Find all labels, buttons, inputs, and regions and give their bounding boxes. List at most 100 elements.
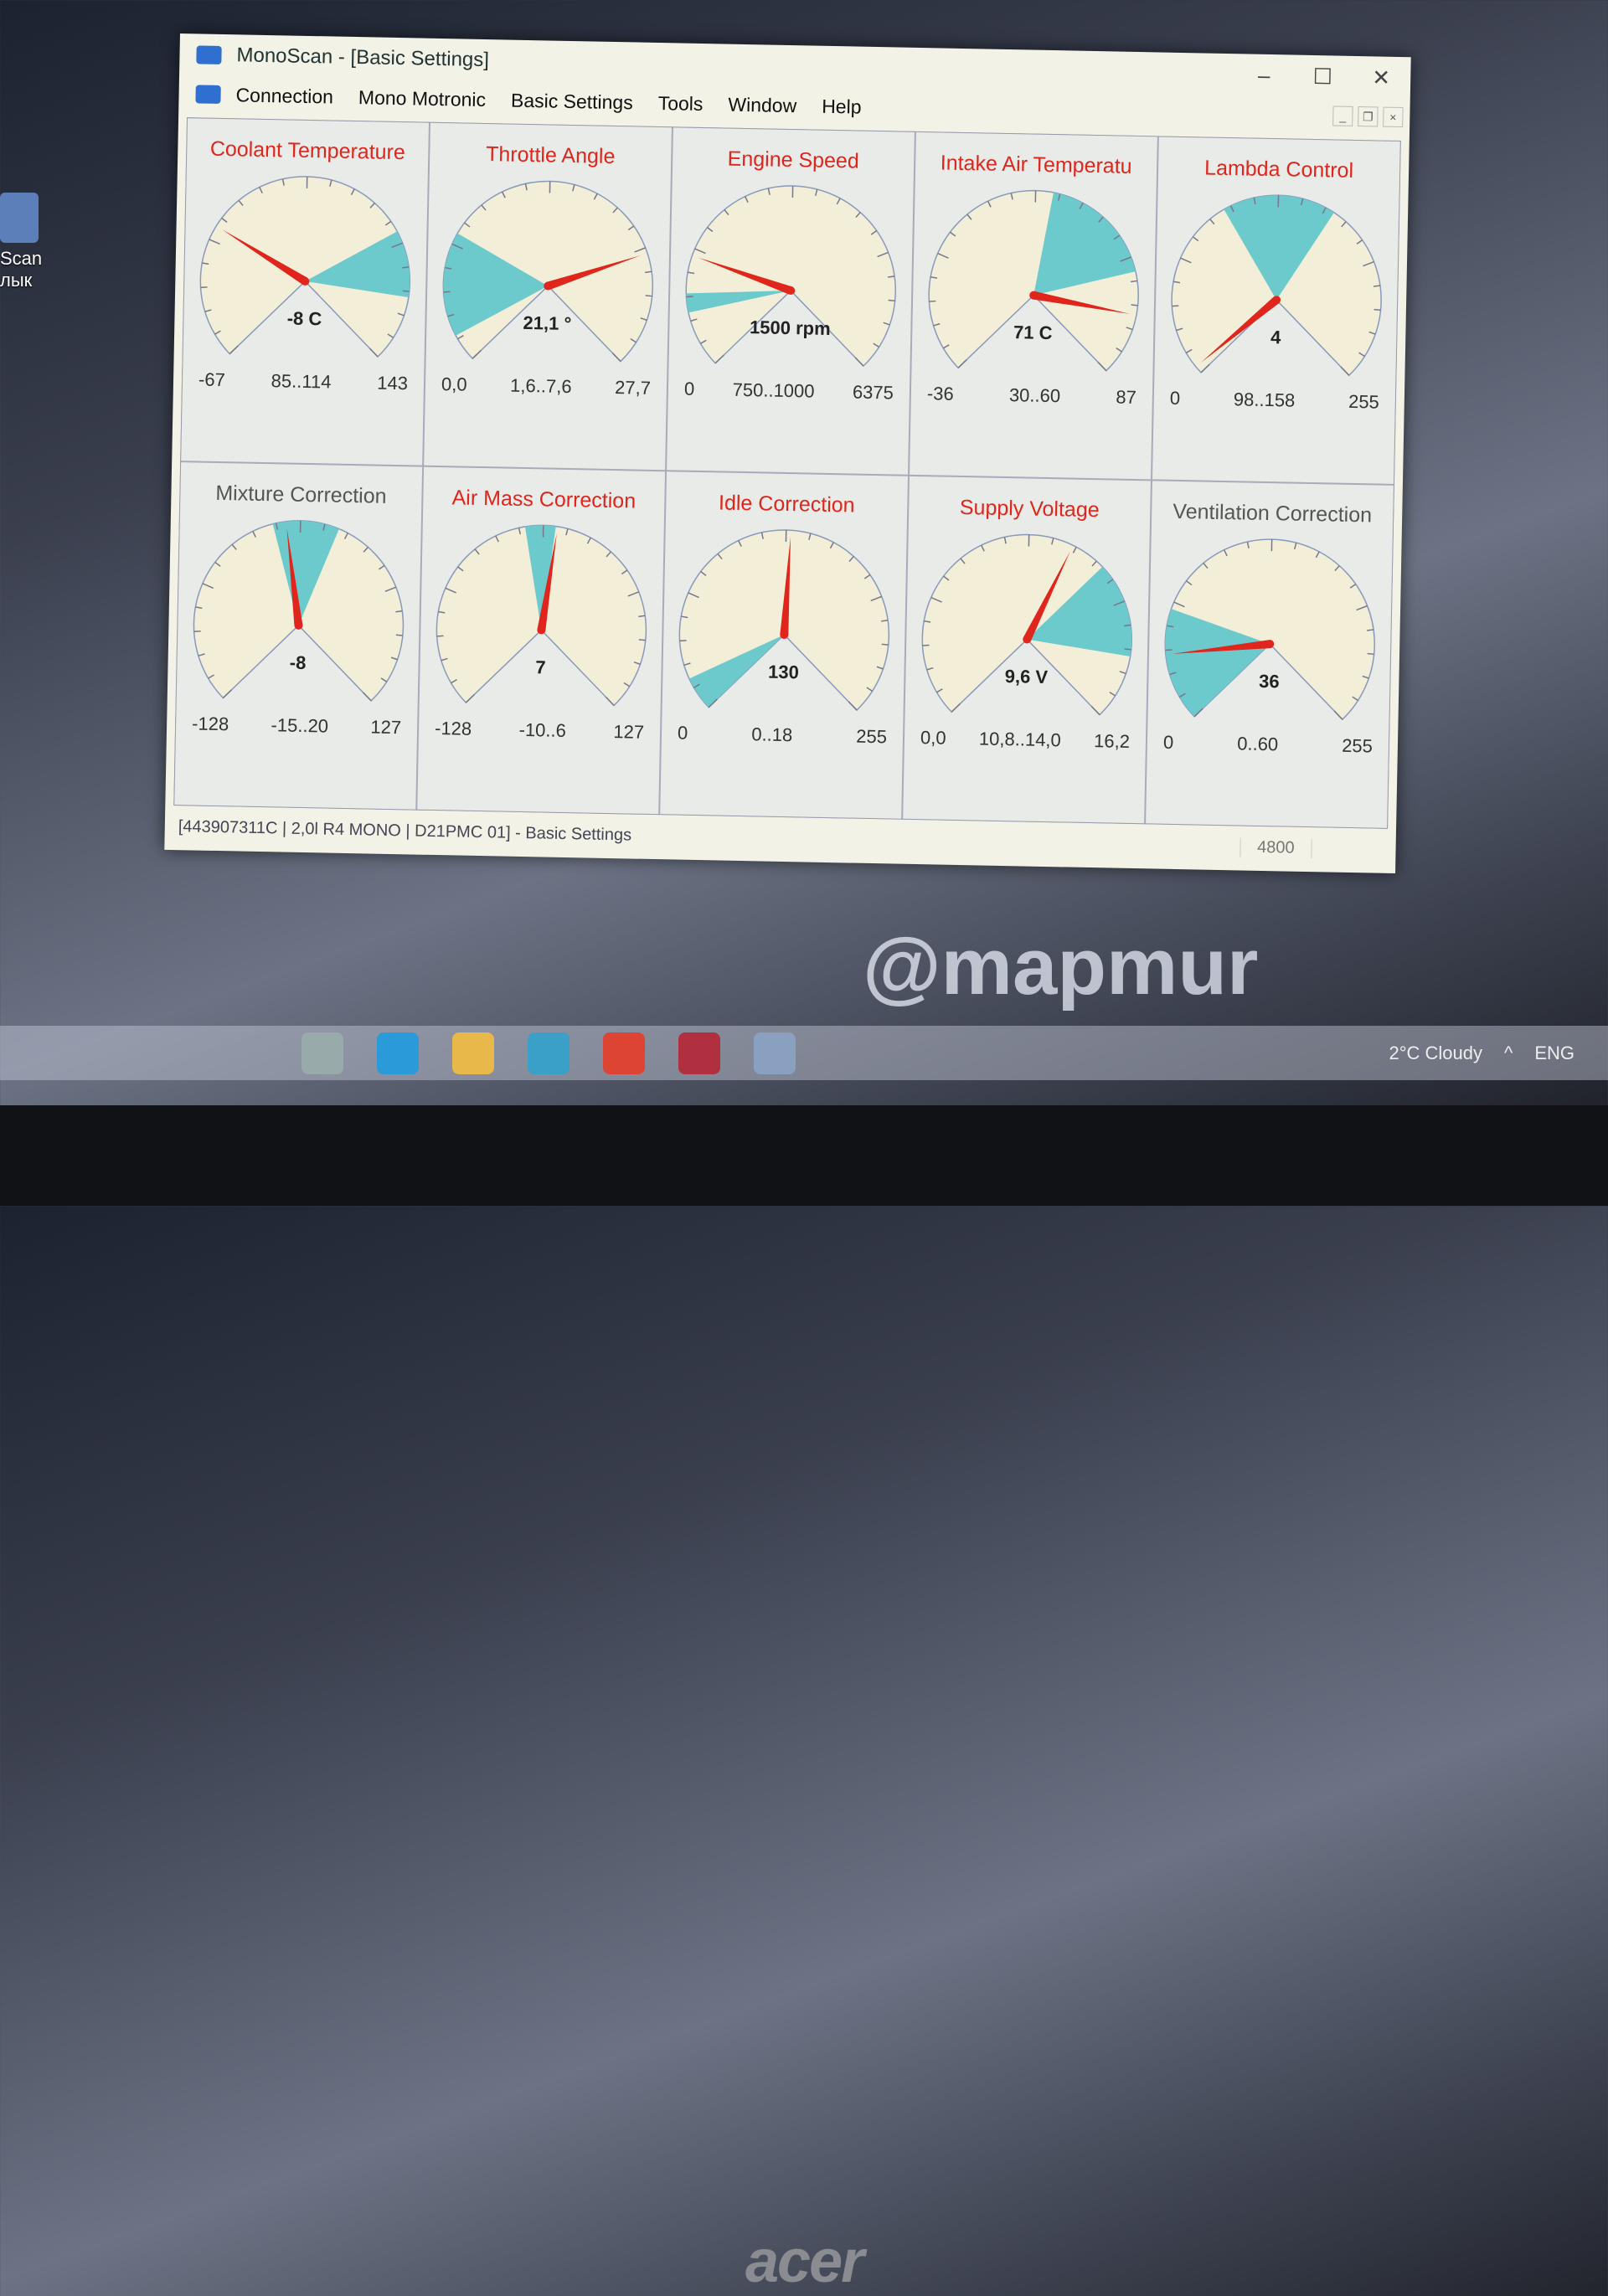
desktop-icon-monoscan[interactable]: Scan лык <box>0 193 42 291</box>
gauge-scale: -3630..6087 <box>927 383 1136 409</box>
status-text: [443907311C | 2,0l R4 MONO | D21PMC 01] … <box>178 817 632 845</box>
weather-widget[interactable]: 2°C Cloudy <box>1389 1042 1482 1064</box>
system-tray: 2°C Cloudy ^ ENG <box>1389 1042 1574 1064</box>
gauge-dial: 7 <box>426 515 657 728</box>
gauge-ventilation-correction: Ventilation Correction3600..60255 <box>1146 481 1394 827</box>
gauge-dial: 130 <box>669 519 899 733</box>
menu-help[interactable]: Help <box>822 95 862 118</box>
gauge-title: Coolant Temperature <box>210 137 406 165</box>
gauge-throttle-angle: Throttle Angle21,1 °0,01,6..7,627,7 <box>424 123 672 470</box>
gauge-dial: 71 C <box>919 180 1149 394</box>
task-view-icon[interactable] <box>302 1032 343 1074</box>
gauge-scale: -128-15..20127 <box>192 713 401 739</box>
gauge-grid: Coolant Temperature-8 C-6785..114143Thro… <box>173 117 1401 829</box>
gauge-scale: 098..158255 <box>1170 388 1379 414</box>
scale-min-label: 0 <box>1163 732 1174 754</box>
gauge-lambda-control: Lambda Control 4 098..158255 <box>1152 136 1400 483</box>
monoscan-shortcut-icon <box>0 193 39 243</box>
gauge-value: 4 <box>1270 327 1281 347</box>
gauge-air-mass-correction: Air Mass Correction 7 -128-10..6127 <box>417 467 665 814</box>
scale-max-label: 16,2 <box>1094 730 1130 753</box>
tick-mark <box>1131 305 1138 306</box>
gauge-dial: 36 <box>1155 529 1385 743</box>
tick-mark <box>1374 310 1381 311</box>
gauge-value: 9,6 V <box>1005 666 1049 687</box>
monitor-brand-logo: acer <box>745 2227 863 2296</box>
dial-face <box>928 188 1141 371</box>
scale-max-label: 127 <box>613 721 644 744</box>
gauge-scale: -128-10..6127 <box>435 718 644 744</box>
gauge-dial: -8 <box>183 510 414 723</box>
gauge-dial: 21,1 ° <box>433 171 663 384</box>
tick-mark <box>882 644 889 645</box>
menu-tools[interactable]: Tools <box>657 91 703 115</box>
scale-min-label: -128 <box>435 718 472 740</box>
scale-max-label: 143 <box>377 373 408 395</box>
gauge-dial: -8 C <box>190 166 420 379</box>
taskbar: 2°C Cloudy ^ ENG <box>0 1026 1608 1080</box>
edge-icon[interactable] <box>377 1032 419 1074</box>
tick-mark <box>396 635 403 636</box>
gauge-title: Lambda Control <box>1204 157 1353 183</box>
window-title: MonoScan - [Basic Settings] <box>236 44 489 72</box>
gauge-title: Air Mass Correction <box>451 486 636 513</box>
mail-icon[interactable] <box>528 1032 570 1074</box>
gauge-engine-speed: Engine Speed1500 rpm0750..10006375 <box>667 127 915 474</box>
gauge-scale: 00..18255 <box>678 723 887 749</box>
scale-range-label: 1,6..7,6 <box>510 375 572 398</box>
scale-max-label: 6375 <box>853 381 894 404</box>
mdi-minimize-button[interactable]: _ <box>1332 106 1353 126</box>
gauge-idle-correction: Idle Correction13000..18255 <box>660 471 908 818</box>
gauge-scale: 0 750..1000 6375 <box>684 378 894 404</box>
scale-max-label: 27,7 <box>615 377 651 399</box>
menu-connection[interactable]: Connection <box>235 84 333 108</box>
gauge-value: 130 <box>768 662 799 683</box>
menu-mono-motronic[interactable]: Mono Motronic <box>358 86 487 111</box>
maximize-button[interactable]: ☐ <box>1293 63 1353 90</box>
gauge-coolant-temperature: Coolant Temperature-8 C-6785..114143 <box>181 118 429 465</box>
gauge-value: 7 <box>535 656 546 677</box>
baud-rate: 4800 <box>1240 837 1312 858</box>
scale-range-label: 750..1000 <box>732 379 814 403</box>
scale-range-label: 10,8..14,0 <box>979 728 1061 751</box>
desktop-icon-label-2: лык <box>0 270 42 291</box>
tray-chevron-icon[interactable]: ^ <box>1504 1042 1513 1064</box>
scale-min-label: 0 <box>684 378 695 400</box>
monoscan-icon[interactable] <box>754 1032 796 1074</box>
mdi-restore-button[interactable]: ❐ <box>1358 106 1378 126</box>
scale-min-label: -67 <box>198 369 225 392</box>
gauge-title: Supply Voltage <box>960 496 1100 523</box>
gauge-value: 1500 rpm <box>750 317 831 339</box>
gauge-value: -8 C <box>286 308 322 330</box>
close-button[interactable]: ✕ <box>1352 64 1411 90</box>
language-indicator[interactable]: ENG <box>1534 1042 1574 1064</box>
minimize-button[interactable]: – <box>1234 62 1294 89</box>
menu-window[interactable]: Window <box>728 93 796 117</box>
scale-max-label: 255 <box>856 726 887 749</box>
scale-max-label: 255 <box>1342 735 1373 758</box>
scale-range-label: -15..20 <box>271 714 328 737</box>
chrome-icon[interactable] <box>603 1032 645 1074</box>
gauge-mixture-correction: Mixture Correction-8-128-15..20127 <box>174 462 422 809</box>
scale-min-label: 0,0 <box>441 373 467 396</box>
gauge-supply-voltage: Supply Voltage9,6 V0,010,8..14,016,2 <box>903 476 1151 823</box>
dial-face <box>685 184 898 367</box>
gauge-scale: 0,0 1,6..7,6 27,7 <box>441 373 651 399</box>
tick-mark <box>201 287 208 288</box>
scale-range-label: 0..18 <box>751 723 792 746</box>
watermark: @mapmur <box>863 921 1258 1013</box>
monoscan-window: MonoScan - [Basic Settings] – ☐ ✕ Connec… <box>164 33 1410 873</box>
gauge-scale: 0,010,8..14,016,2 <box>920 727 1130 753</box>
scale-min-label: -36 <box>927 383 954 405</box>
tick-mark <box>639 640 646 641</box>
mdi-close-button[interactable]: × <box>1383 107 1403 127</box>
mdi-child-icon[interactable] <box>195 85 220 104</box>
scale-max-label: 255 <box>1348 391 1379 414</box>
tick-mark <box>889 300 895 301</box>
scale-max-label: 127 <box>370 717 401 739</box>
app-icon[interactable] <box>678 1032 720 1074</box>
scale-max-label: 87 <box>1116 387 1136 409</box>
menu-basic-settings[interactable]: Basic Settings <box>511 89 633 114</box>
file-explorer-icon[interactable] <box>452 1032 494 1074</box>
tick-mark <box>923 645 930 646</box>
